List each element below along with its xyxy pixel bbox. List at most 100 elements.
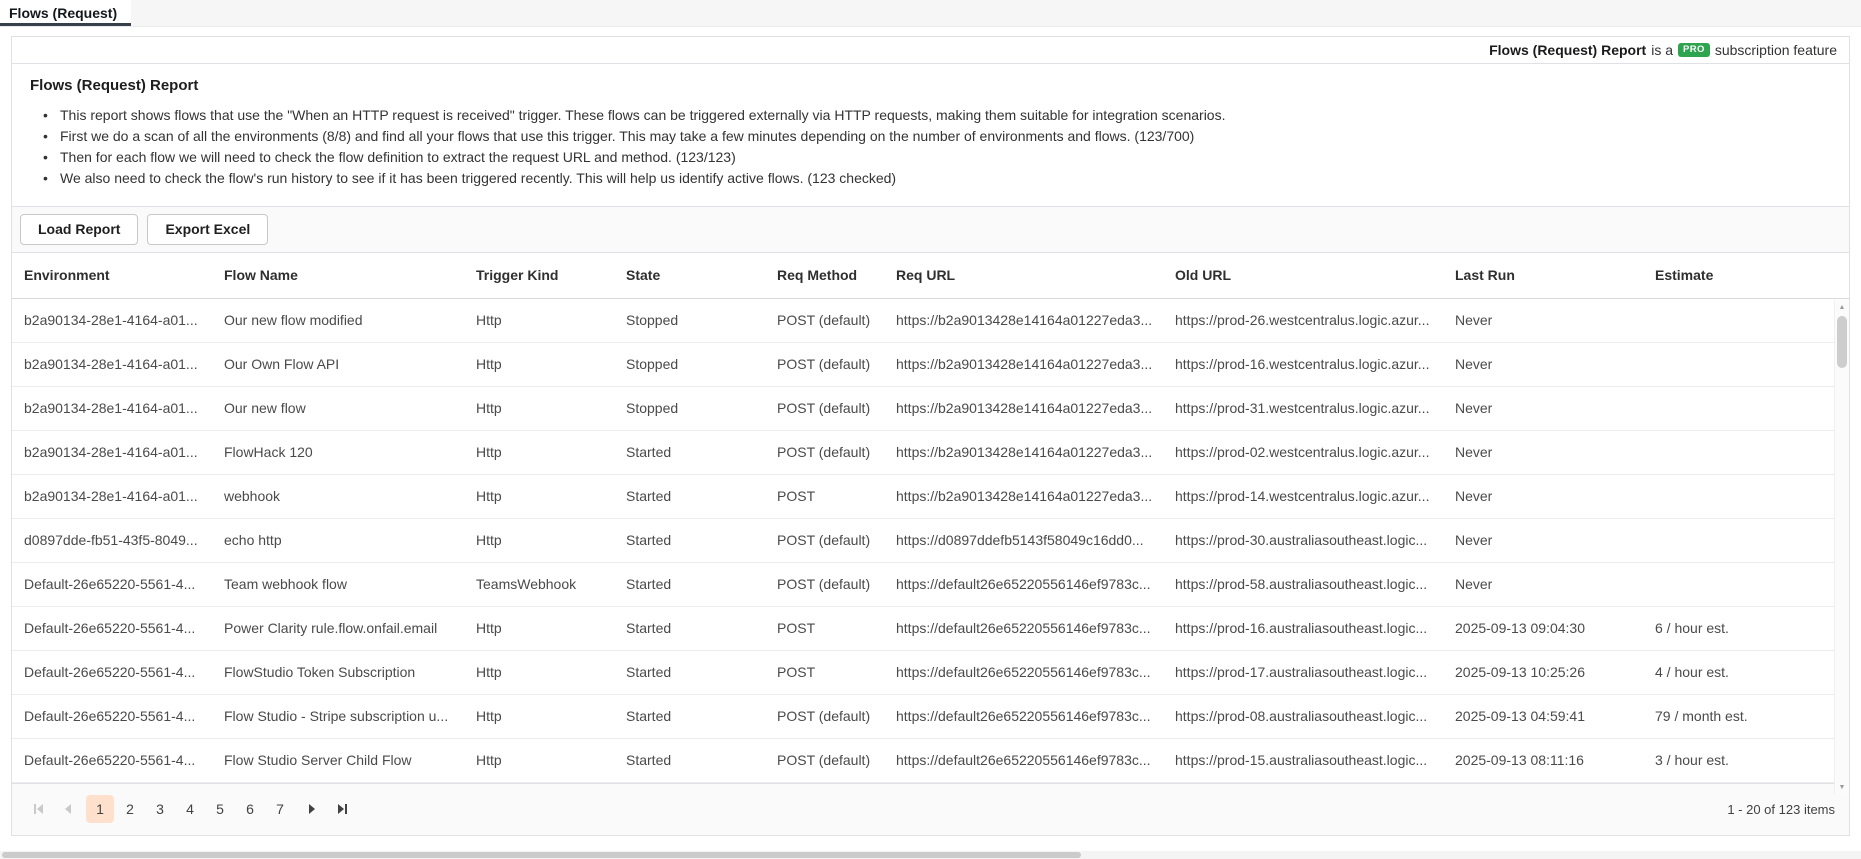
cell-last-run: Never <box>1443 562 1643 607</box>
pager-page-6[interactable]: 6 <box>236 795 264 823</box>
pro-badge: PRO <box>1678 43 1710 57</box>
cell-state: Started <box>614 694 765 739</box>
vertical-scrollbar[interactable]: ▲ ▼ <box>1834 300 1849 794</box>
cell-state: Stopped <box>614 386 765 431</box>
cell-estimate: 79 / month est. <box>1643 694 1849 739</box>
cell-estimate <box>1643 474 1849 519</box>
cell-estimate <box>1643 298 1849 343</box>
pager-page-3[interactable]: 3 <box>146 795 174 823</box>
go-to-first-page-icon <box>33 804 36 814</box>
cell-flow-name: FlowStudio Token Subscription <box>212 650 464 695</box>
cell-trigger-kind: Http <box>464 650 614 695</box>
table-row: Default-26e65220-5561-4... Flow Studio - … <box>12 694 1849 739</box>
go-to-last-page-icon <box>337 804 344 814</box>
cell-req-method: POST (default) <box>765 518 884 563</box>
cell-trigger-kind: Http <box>464 738 614 783</box>
column-header-flow-name[interactable]: Flow Name <box>212 253 464 299</box>
column-header-old-url[interactable]: Old URL <box>1163 253 1443 299</box>
cell-old-url: https://prod-58.australiasoutheast.logic… <box>1163 562 1443 607</box>
pager-page-5[interactable]: 5 <box>206 795 234 823</box>
cell-req-url: https://b2a9013428e14164a01227eda3... <box>884 474 1163 519</box>
cell-last-run: Never <box>1443 298 1643 343</box>
report-description: Flows (Request) Report This report shows… <box>11 63 1850 207</box>
cell-old-url: https://prod-02.westcentralus.logic.azur… <box>1163 430 1443 475</box>
cell-flow-name: FlowHack 120 <box>212 430 464 475</box>
cell-req-method: POST (default) <box>765 430 884 475</box>
cell-req-method: POST (default) <box>765 386 884 431</box>
column-header-estimate[interactable]: Estimate <box>1643 253 1849 299</box>
vertical-scrollbar-thumb[interactable] <box>1837 316 1847 368</box>
cell-req-url: https://default26e65220556146ef9783c... <box>884 606 1163 651</box>
pager-last-button[interactable] <box>328 795 356 823</box>
grid-body: b2a90134-28e1-4164-a01... Our new flow mo… <box>12 298 1849 783</box>
pro-banner-text-before: is a <box>1651 42 1674 58</box>
pager-page-7[interactable]: 7 <box>266 795 294 823</box>
cell-state: Started <box>614 430 765 475</box>
load-report-button[interactable]: Load Report <box>20 214 139 245</box>
tabstrip: Flows (Request) <box>0 0 1861 27</box>
cell-trigger-kind: Http <box>464 474 614 519</box>
report-bullets: This report shows flows that use the "Wh… <box>30 105 1839 189</box>
cell-last-run: Never <box>1443 474 1643 519</box>
cell-environment: b2a90134-28e1-4164-a01... <box>12 430 212 475</box>
cell-trigger-kind: Http <box>464 694 614 739</box>
cell-flow-name: Our new flow <box>212 386 464 431</box>
column-header-trigger-kind[interactable]: Trigger Kind <box>464 253 614 299</box>
cell-flow-name: echo http <box>212 518 464 563</box>
cell-req-url: https://b2a9013428e14164a01227eda3... <box>884 430 1163 475</box>
table-row: d0897dde-fb51-43f5-8049... echo http Http S… <box>12 518 1849 563</box>
previous-page-icon <box>65 804 71 814</box>
pager-prev-button <box>54 795 82 823</box>
column-header-environment[interactable]: Environment <box>12 253 212 299</box>
report-bullet: First we do a scan of all the environmen… <box>30 126 1839 147</box>
cell-last-run: 2025-09-13 09:04:30 <box>1443 606 1643 651</box>
cell-old-url: https://prod-17.australiasoutheast.logic… <box>1163 650 1443 695</box>
cell-environment: d0897dde-fb51-43f5-8049... <box>12 518 212 563</box>
pager-next-button[interactable] <box>298 795 326 823</box>
tab-flows-request[interactable]: Flows (Request) <box>0 0 132 26</box>
cell-environment: b2a90134-28e1-4164-a01... <box>12 386 212 431</box>
cell-estimate: 3 / hour est. <box>1643 738 1849 783</box>
horizontal-scrollbar-thumb[interactable] <box>2 852 1082 858</box>
horizontal-scrollbar[interactable] <box>0 851 1861 859</box>
cell-flow-name: Team webhook flow <box>212 562 464 607</box>
cell-req-url: https://d0897ddefb5143f58049c16dd0... <box>884 518 1163 563</box>
grid-header-row: Environment Flow Name Trigger Kind State Req… <box>12 253 1849 299</box>
table-row: Default-26e65220-5561-4... Flow Studio Se… <box>12 738 1849 783</box>
cell-trigger-kind: Http <box>464 430 614 475</box>
cell-last-run: 2025-09-13 10:25:26 <box>1443 650 1643 695</box>
pro-banner-feature-name: Flows (Request) Report <box>1489 42 1647 58</box>
cell-req-method: POST <box>765 606 884 651</box>
cell-req-method: POST <box>765 474 884 519</box>
cell-req-url: https://default26e65220556146ef9783c... <box>884 738 1163 783</box>
column-header-req-method[interactable]: Req Method <box>765 253 884 299</box>
cell-environment: b2a90134-28e1-4164-a01... <box>12 474 212 519</box>
cell-trigger-kind: Http <box>464 342 614 387</box>
column-header-req-url[interactable]: Req URL <box>884 253 1163 299</box>
cell-flow-name: Flow Studio - Stripe subscription u... <box>212 694 464 739</box>
go-to-first-page-icon <box>36 804 43 814</box>
cell-req-url: https://default26e65220556146ef9783c... <box>884 562 1163 607</box>
cell-environment: Default-26e65220-5561-4... <box>12 694 212 739</box>
cell-req-url: https://default26e65220556146ef9783c... <box>884 694 1163 739</box>
cell-estimate: 6 / hour est. <box>1643 606 1849 651</box>
cell-state: Stopped <box>614 298 765 343</box>
pager-page-1[interactable]: 1 <box>86 795 114 823</box>
table-row: b2a90134-28e1-4164-a01... Our Own Flow AP… <box>12 342 1849 387</box>
cell-flow-name: Power Clarity rule.flow.onfail.email <box>212 606 464 651</box>
cell-trigger-kind: Http <box>464 606 614 651</box>
column-header-state[interactable]: State <box>614 253 765 299</box>
cell-old-url: https://prod-16.australiasoutheast.logic… <box>1163 606 1443 651</box>
pager-page-2[interactable]: 2 <box>116 795 144 823</box>
cell-environment: Default-26e65220-5561-4... <box>12 650 212 695</box>
table-row: Default-26e65220-5561-4... Power Clarity … <box>12 606 1849 651</box>
scroll-down-icon[interactable]: ▼ <box>1835 780 1849 794</box>
cell-flow-name: Our Own Flow API <box>212 342 464 387</box>
pager-pages: 1234567 <box>86 795 294 823</box>
go-to-last-page-icon <box>344 804 347 814</box>
pager-page-4[interactable]: 4 <box>176 795 204 823</box>
table-row: b2a90134-28e1-4164-a01... FlowHack 120 Htt… <box>12 430 1849 475</box>
scroll-up-icon[interactable]: ▲ <box>1835 300 1849 314</box>
column-header-last-run[interactable]: Last Run <box>1443 253 1643 299</box>
export-excel-button[interactable]: Export Excel <box>147 214 269 245</box>
